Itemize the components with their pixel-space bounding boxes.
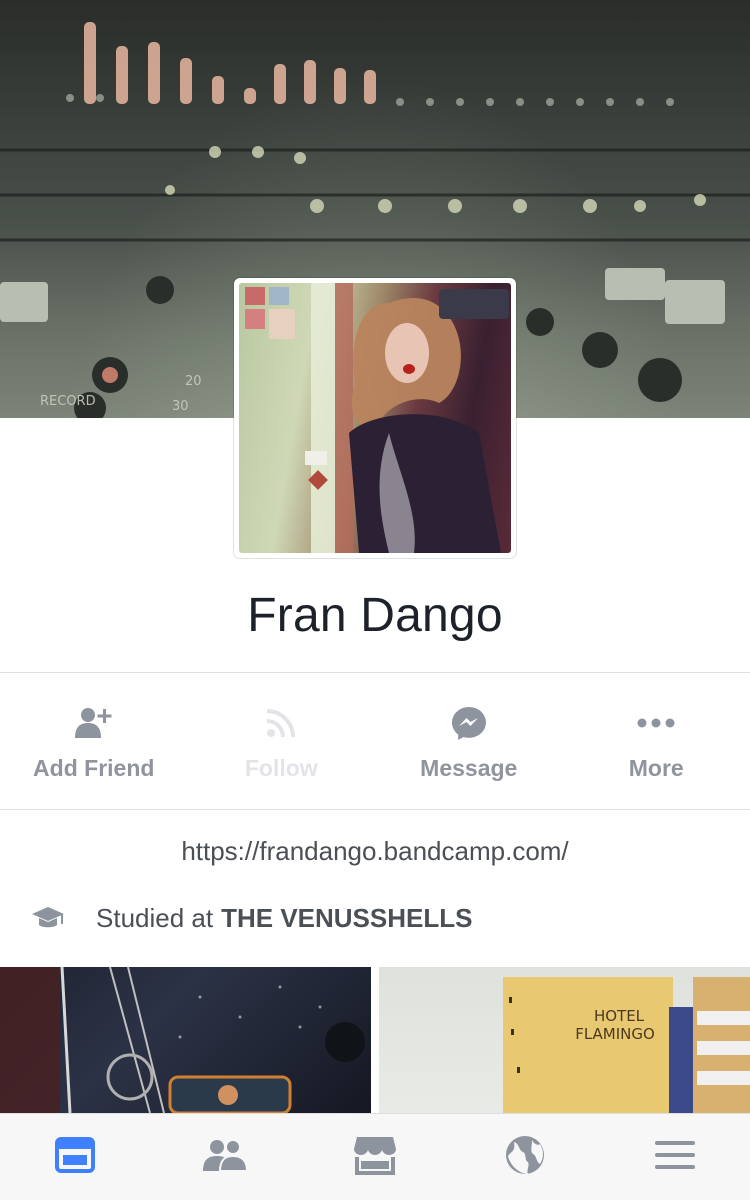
news-feed-icon <box>55 1136 95 1178</box>
friends-icon <box>202 1137 249 1178</box>
tab-notifications[interactable] <box>450 1114 600 1200</box>
graduation-cap-icon <box>30 900 66 936</box>
svg-text:RECORD: RECORD <box>40 394 96 409</box>
follow-button[interactable]: Follow <box>188 673 376 809</box>
education-school[interactable]: THE VENUSSHELLS <box>221 903 472 933</box>
tab-marketplace[interactable] <box>300 1114 450 1200</box>
hotel-sign-line2: FLAMINGO <box>575 1025 655 1043</box>
globe-icon <box>504 1134 546 1181</box>
profile-picture[interactable] <box>234 278 516 558</box>
more-icon <box>636 703 676 743</box>
svg-text:30: 30 <box>172 399 189 414</box>
message-button[interactable]: Message <box>375 673 563 809</box>
marketplace-icon <box>353 1135 397 1180</box>
education-text: Studied at THE VENUSSHELLS <box>96 903 472 934</box>
more-button[interactable]: More <box>563 673 750 809</box>
hamburger-menu-icon <box>655 1139 695 1176</box>
hotel-sign-line1: HOTEL <box>594 1007 645 1025</box>
photo-thumbnail[interactable]: HOTEL FLAMINGO <box>379 967 750 1113</box>
photos-strip: HOTEL FLAMINGO <box>0 967 750 1113</box>
messenger-icon <box>449 703 489 743</box>
add-friend-label: Add Friend <box>33 755 155 781</box>
follow-icon <box>261 703 301 743</box>
add-friend-button[interactable]: Add Friend <box>0 673 188 809</box>
profile-actions: Add Friend Follow Message More <box>0 673 750 809</box>
bottom-tab-bar <box>0 1113 750 1200</box>
tab-news-feed[interactable] <box>0 1114 150 1200</box>
tab-menu[interactable] <box>600 1114 750 1200</box>
profile-photo <box>239 283 511 553</box>
website-link[interactable]: https://frandango.bandcamp.com/ <box>0 836 750 867</box>
add-friend-icon <box>74 703 114 743</box>
tab-friends[interactable] <box>150 1114 300 1200</box>
education-row: Studied at THE VENUSSHELLS <box>30 898 472 938</box>
divider <box>0 809 750 810</box>
education-prefix: Studied at <box>96 902 214 933</box>
message-label: Message <box>420 755 518 781</box>
photo-thumbnail[interactable] <box>0 967 371 1113</box>
follow-label: Follow <box>244 755 318 781</box>
svg-text:20: 20 <box>185 374 202 389</box>
more-label: More <box>628 755 684 781</box>
profile-name: Fran Dango <box>247 589 503 642</box>
